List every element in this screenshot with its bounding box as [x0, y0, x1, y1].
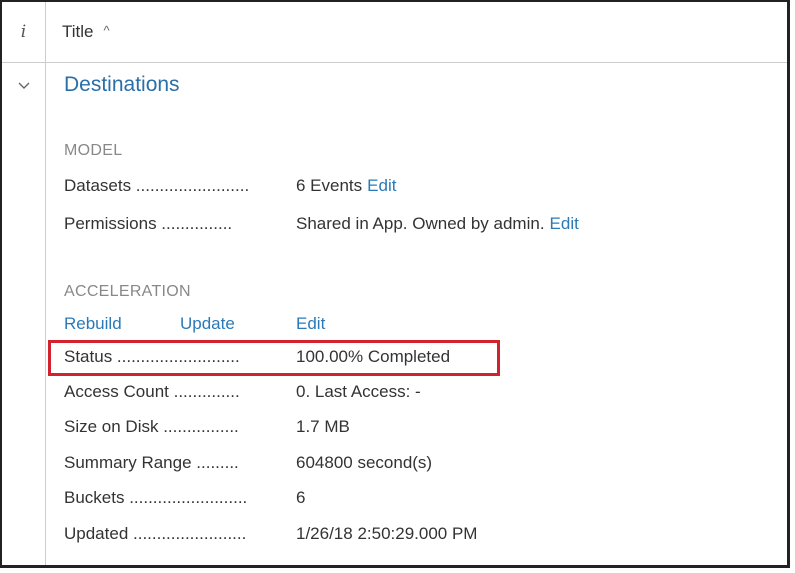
- title-column-header[interactable]: Title ^: [62, 2, 110, 62]
- chevron-down-icon[interactable]: [16, 77, 32, 93]
- permissions-label: Permissions ...............: [64, 214, 233, 233]
- size-on-disk-value: 1.7 MB: [296, 417, 350, 436]
- model-section-heading: MODEL: [64, 142, 123, 159]
- status-value: 100.00% Completed: [296, 347, 451, 366]
- permissions-edit-link[interactable]: Edit: [550, 214, 579, 234]
- data-model-table: i Title ^ Destinations MODEL Datasets ..…: [0, 0, 790, 568]
- buckets-row: Buckets ......................... 6: [64, 485, 305, 511]
- status-row: Status .......................... 100.00…: [64, 344, 450, 370]
- summary-range-value: 604800 second(s): [296, 453, 433, 472]
- datasets-label: Datasets ........................: [64, 176, 250, 195]
- model-title-link[interactable]: Destinations: [64, 73, 180, 97]
- updated-label: Updated ........................: [64, 524, 247, 543]
- size-on-disk-row: Size on Disk ................ 1.7 MB: [64, 414, 350, 440]
- size-on-disk-label: Size on Disk ................: [64, 417, 239, 436]
- update-link[interactable]: Update: [180, 314, 235, 334]
- buckets-label: Buckets .........................: [64, 488, 248, 507]
- updated-value: 1/26/18 2:50:29.000 PM: [296, 524, 478, 543]
- access-count-row: Access Count .............. 0. Last Acce…: [64, 379, 421, 405]
- status-label: Status ..........................: [64, 347, 240, 366]
- permissions-row: Permissions ............... Shared in Ap…: [64, 211, 579, 237]
- updated-row: Updated ........................ 1/26/18…: [64, 521, 477, 547]
- access-count-value: 0. Last Access: -: [296, 382, 421, 401]
- rebuild-link[interactable]: Rebuild: [64, 314, 122, 334]
- datasets-row: Datasets ........................ 6 Even…: [64, 173, 396, 199]
- permissions-value: Shared in App. Owned by admin.: [296, 214, 545, 233]
- buckets-value: 6: [296, 488, 306, 507]
- access-count-label: Access Count ..............: [64, 382, 240, 401]
- acceleration-section-heading: ACCELERATION: [64, 283, 191, 300]
- summary-range-row: Summary Range ......... 604800 second(s): [64, 450, 432, 476]
- datasets-value: 6 Events: [296, 176, 363, 195]
- summary-range-label: Summary Range .........: [64, 453, 239, 472]
- datasets-edit-link[interactable]: Edit: [367, 176, 396, 196]
- info-column-cell: [2, 63, 46, 565]
- info-column-header: i: [2, 2, 46, 62]
- table-header: i Title ^: [2, 2, 787, 63]
- sort-ascending-icon[interactable]: ^: [104, 23, 110, 38]
- title-column-label[interactable]: Title: [62, 22, 94, 42]
- acceleration-edit-link[interactable]: Edit: [296, 314, 325, 334]
- expanded-row-content: Destinations MODEL Datasets ............…: [64, 63, 787, 565]
